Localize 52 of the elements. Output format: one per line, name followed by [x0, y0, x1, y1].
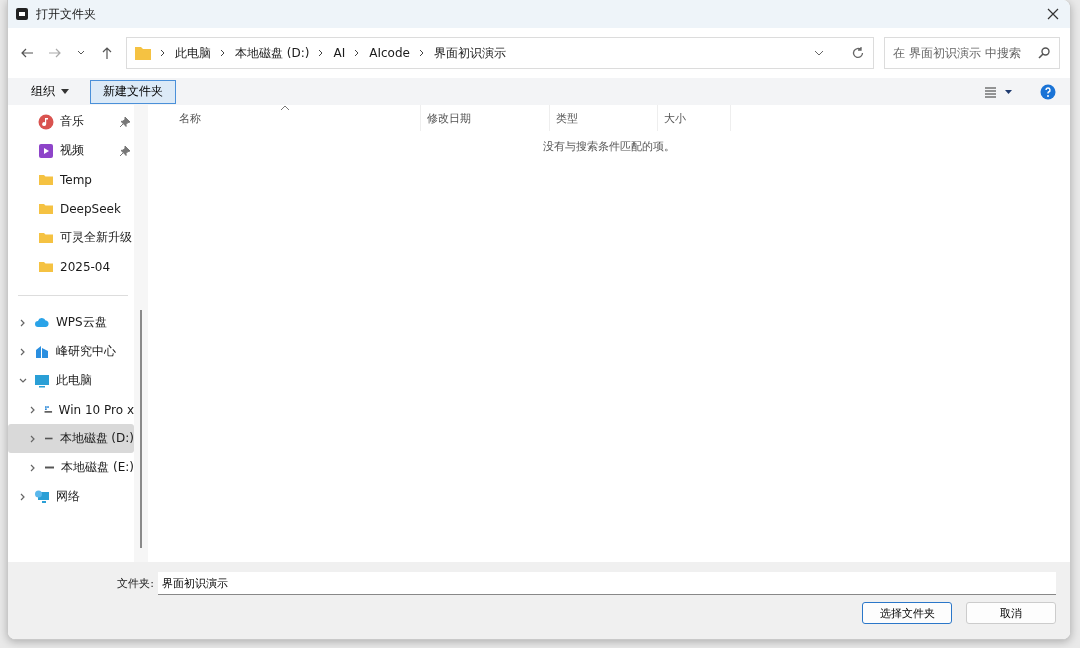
- quick-access-item[interactable]: 可灵全新升级: [8, 223, 134, 252]
- quick-access-item[interactable]: 视频: [8, 136, 134, 165]
- window-title: 打开文件夹: [36, 5, 97, 23]
- caret-down-icon: [61, 88, 69, 95]
- address-bar[interactable]: 此电脑 本地磁盘 (D:) AI AIcode 界面初识演示: [126, 37, 874, 69]
- chevron-right-icon: [219, 48, 227, 58]
- folder-name-field[interactable]: 界面初识演示: [158, 572, 1056, 595]
- nav-tree-item[interactable]: 峰研究中心: [8, 337, 134, 366]
- folder-label: 文件夹:: [117, 576, 154, 591]
- column-header[interactable]: 名称: [173, 105, 421, 131]
- primary-button[interactable]: 选择文件夹: [862, 602, 952, 624]
- nav-tree-item[interactable]: Win 10 Pro x: [8, 395, 134, 424]
- column-header[interactable]: 类型: [550, 105, 658, 131]
- app-icon: [16, 8, 28, 20]
- new-folder-button[interactable]: 新建文件夹: [90, 79, 176, 104]
- sort-ascending-icon: [280, 105, 290, 111]
- column-header[interactable]: 修改日期: [421, 105, 550, 131]
- column-header[interactable]: 大小: [658, 105, 731, 131]
- drive-icon: [45, 437, 53, 440]
- empty-message: 没有与搜索条件匹配的项。: [542, 139, 676, 154]
- folder-icon: [135, 46, 151, 60]
- breadcrumb-segment[interactable]: 本地磁盘 (D:): [235, 44, 310, 62]
- breadcrumb-segment[interactable]: 界面初识演示: [433, 44, 506, 62]
- quick-access-item[interactable]: 2025-04: [8, 252, 134, 281]
- quick-access-item[interactable]: DeepSeek: [8, 194, 134, 223]
- quick-access-item[interactable]: 音乐: [8, 107, 134, 136]
- quick-access-item[interactable]: Temp: [8, 165, 134, 194]
- search-field[interactable]: 在 界面初识演示 中搜索: [884, 37, 1060, 69]
- nav-tree-item[interactable]: 本地磁盘 (D:): [8, 424, 134, 453]
- chevron-right-icon: [159, 48, 167, 58]
- organize-menu[interactable]: 组织: [18, 79, 82, 104]
- breadcrumb-segment[interactable]: 此电脑: [175, 44, 211, 62]
- film-icon: [38, 142, 54, 159]
- app-icon: [34, 343, 50, 360]
- refresh-icon[interactable]: [851, 46, 865, 60]
- pin-icon: [120, 116, 130, 127]
- scrollbar[interactable]: [134, 105, 148, 562]
- drive-icon: [45, 466, 55, 469]
- cancel-button[interactable]: 取消: [966, 602, 1056, 624]
- nav-tree-item[interactable]: 网络: [8, 482, 134, 511]
- network-icon: [34, 488, 50, 505]
- nav-tree-item[interactable]: 本地磁盘 (E:): [8, 453, 134, 482]
- monitor-icon: [34, 372, 50, 389]
- search-icon: [1037, 46, 1051, 60]
- music-note-icon: [38, 113, 54, 130]
- breadcrumb-segment[interactable]: AI: [333, 46, 346, 60]
- pin-icon: [120, 145, 130, 156]
- breadcrumb-segment[interactable]: AIcode: [369, 46, 410, 60]
- nav-tree-item[interactable]: 此电脑: [8, 366, 134, 395]
- chevron-right-icon: [417, 48, 426, 58]
- nav-tree-item[interactable]: WPS云盘: [8, 308, 134, 337]
- scrollbar-thumb[interactable]: [140, 310, 142, 548]
